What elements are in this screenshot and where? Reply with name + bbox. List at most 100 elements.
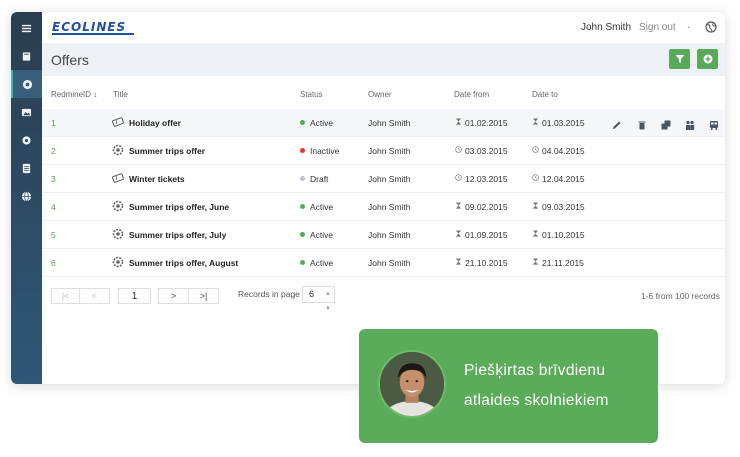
- row-date-to: 09.03.2015: [542, 202, 585, 212]
- row-owner: John Smith: [368, 258, 411, 268]
- clock-icon: [532, 174, 539, 181]
- row-status: Active: [300, 230, 333, 240]
- first-page-button[interactable]: |<: [51, 288, 80, 304]
- next-page-button[interactable]: >: [158, 288, 189, 304]
- page-title: Offers: [51, 52, 89, 68]
- row-owner: John Smith: [368, 118, 411, 128]
- ticket-icon: [112, 117, 124, 127]
- filter-icon: [675, 55, 684, 63]
- edit-icon: [613, 121, 621, 129]
- row-title[interactable]: Summer trips offer, June: [129, 202, 229, 212]
- row-owner: John Smith: [368, 202, 411, 212]
- clock-icon: [455, 146, 462, 153]
- hamburger-menu-icon[interactable]: [11, 14, 42, 42]
- records-count: 1-6 from 100 records: [641, 291, 720, 301]
- sign-out-link[interactable]: Sign out: [639, 22, 676, 33]
- copy-button[interactable]: [661, 117, 671, 130]
- gear-badge-icon: [112, 228, 124, 240]
- row-id: 4: [51, 202, 56, 212]
- gear-icon[interactable]: [11, 126, 42, 154]
- picture-icon[interactable]: [11, 98, 42, 126]
- prev-page-button[interactable]: <: [79, 288, 110, 304]
- row-date-to: 21.11.2015: [542, 258, 584, 268]
- row-date-to: 12.04.2015: [542, 174, 585, 184]
- status-text: Active: [310, 118, 334, 128]
- col-header-status[interactable]: Status: [300, 90, 323, 99]
- bus-icon: [710, 121, 718, 130]
- status-dot-inactive: [300, 148, 305, 154]
- status-text: Active: [310, 258, 334, 268]
- table-row[interactable]: 5 Summer trips offer, July Active John S…: [42, 221, 725, 249]
- status-text: Inactive: [310, 146, 340, 156]
- sidebar: [11, 12, 42, 384]
- users-icon: [686, 120, 695, 130]
- last-page-button[interactable]: >|: [188, 288, 219, 304]
- table-row[interactable]: 2 Summer trips offer Inactive John Smith…: [42, 137, 725, 165]
- row-id: 5: [51, 230, 56, 240]
- row-id: 2: [51, 146, 56, 156]
- row-date-from: 12.03.2015: [465, 174, 508, 184]
- plus-circle-icon: [703, 54, 712, 64]
- row-date-from: 03.03.2015: [465, 146, 508, 156]
- records-per-page-select[interactable]: 6 ▲ ▼: [302, 286, 335, 312]
- language-globe-icon[interactable]: [705, 21, 717, 33]
- row-title[interactable]: Holiday offer: [129, 118, 181, 128]
- col-header-title[interactable]: Title: [113, 90, 128, 99]
- bus-button[interactable]: [709, 117, 719, 130]
- delete-icon: [638, 121, 646, 130]
- users-button[interactable]: [685, 117, 695, 130]
- row-owner: John Smith: [368, 174, 411, 184]
- table-row[interactable]: 3 Winter tickets Draft John Smith 12.03.…: [42, 165, 725, 193]
- hourglass-icon: [455, 202, 462, 209]
- col-header-date-from[interactable]: Date from: [454, 90, 489, 99]
- hourglass-icon: [455, 118, 462, 125]
- document-icon[interactable]: [11, 154, 42, 182]
- row-title[interactable]: Summer trips offer, August: [129, 258, 238, 268]
- gear-star-icon[interactable]: [11, 70, 42, 98]
- row-date-from: 01.09.2015: [465, 230, 508, 240]
- hourglass-icon: [532, 202, 539, 209]
- row-status: Draft: [300, 174, 328, 184]
- row-id: 3: [51, 174, 56, 184]
- table-row[interactable]: 1 Holiday offer Active John Smith 01.02.…: [42, 109, 725, 137]
- row-status: Active: [300, 258, 333, 268]
- edit-button[interactable]: [612, 117, 622, 129]
- col-header-redmine-id[interactable]: RedmineID ↓: [51, 90, 97, 99]
- status-text: Active: [310, 230, 334, 240]
- col-header-owner[interactable]: Owner: [368, 90, 392, 99]
- table-row[interactable]: 4 Summer trips offer, June Active John S…: [42, 193, 725, 221]
- status-dot-active: [300, 204, 305, 210]
- status-dot-active: [300, 260, 305, 266]
- records-per-page-value: 6: [309, 289, 315, 299]
- row-title[interactable]: Summer trips offer, July: [129, 230, 226, 240]
- avatar: [378, 350, 446, 418]
- row-title[interactable]: Winter tickets: [129, 174, 185, 184]
- row-date-to: 01.03.2015: [542, 118, 585, 128]
- ecolines-logo[interactable]: ECOLINES: [52, 20, 126, 34]
- table-row[interactable]: 6 Summer trips offer, August Active John…: [42, 249, 725, 277]
- promo-text-line-1: Piešķirtas brīvdienu: [464, 362, 606, 379]
- book-icon[interactable]: [11, 42, 42, 70]
- gear-badge-icon: [112, 144, 124, 156]
- row-date-from: 01.02.2015: [465, 118, 508, 128]
- separator-dot: ·: [687, 22, 691, 33]
- row-status: Inactive: [300, 146, 339, 156]
- row-title[interactable]: Summer trips offer: [129, 146, 205, 156]
- status-dot-draft: [300, 176, 305, 182]
- globe-icon[interactable]: [11, 182, 42, 210]
- row-id: 6: [51, 258, 56, 268]
- hourglass-icon: [532, 258, 539, 265]
- delete-button[interactable]: [637, 117, 647, 130]
- status-dot-active: [300, 120, 305, 126]
- row-id: 1: [51, 118, 56, 128]
- row-date-to: 01.10.2015: [542, 230, 585, 240]
- col-header-date-to[interactable]: Date to: [532, 90, 558, 99]
- top-bar: ECOLINES John Smith Sign out ·: [42, 12, 725, 43]
- page-number-input[interactable]: 1: [118, 288, 151, 304]
- row-date-from: 09.02.2015: [465, 202, 508, 212]
- add-offer-button[interactable]: [697, 49, 718, 69]
- filter-button[interactable]: [669, 49, 690, 69]
- status-text: Active: [310, 202, 334, 212]
- clock-icon: [455, 174, 462, 181]
- hourglass-icon: [455, 230, 462, 237]
